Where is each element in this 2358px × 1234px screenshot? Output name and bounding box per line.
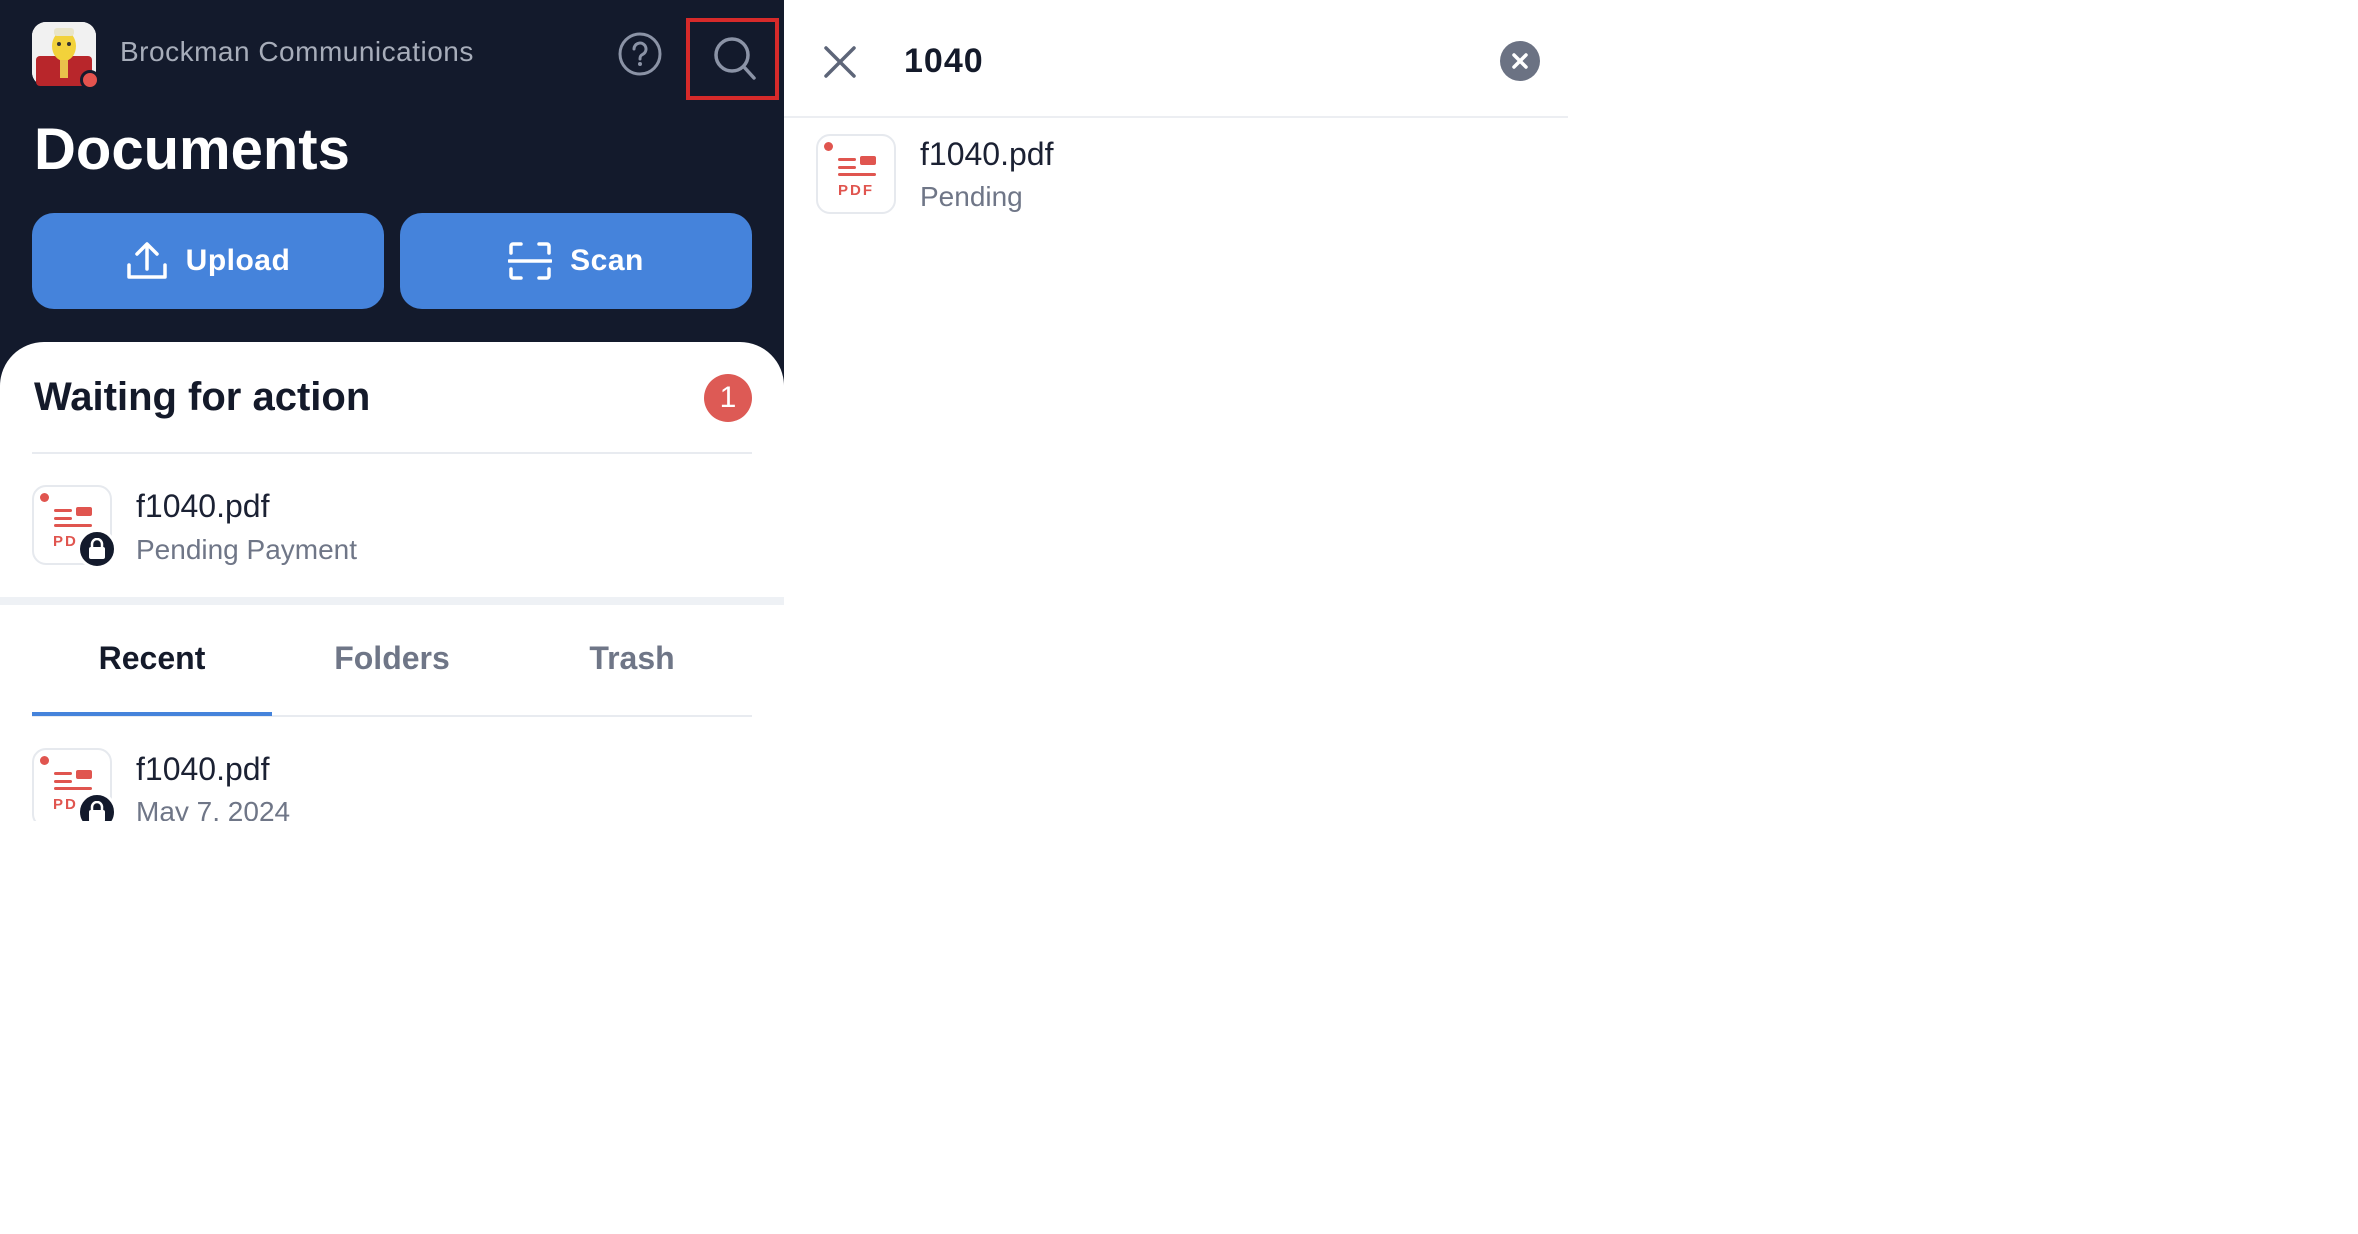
close-search-button[interactable]: [820, 42, 860, 82]
search-panel: 1040 PDF f1040.pdf Pending: [784, 0, 1568, 821]
upload-label: Upload: [185, 244, 291, 277]
active-tab-indicator: [32, 712, 272, 716]
clear-icon: [1512, 53, 1528, 69]
scan-button[interactable]: Scan: [400, 213, 752, 309]
document-lines-icon: [54, 507, 92, 527]
scan-label: Scan: [570, 244, 644, 277]
lock-badge: [77, 529, 117, 569]
waiting-count-badge: 1: [704, 374, 752, 422]
search-input[interactable]: 1040: [904, 42, 984, 81]
pdf-file-icon: PD: [32, 748, 117, 821]
page-title: Documents: [34, 117, 350, 182]
help-button[interactable]: [617, 31, 663, 77]
lock-icon: [89, 538, 105, 559]
company-name[interactable]: Brockman Communications: [120, 36, 474, 68]
unread-dot: [824, 142, 833, 151]
search-button[interactable]: [686, 18, 779, 100]
tab-trash[interactable]: Trash: [512, 640, 752, 677]
file-name: f1040.pdf: [920, 136, 1054, 172]
file-name: f1040.pdf: [136, 751, 270, 787]
help-icon: [618, 32, 662, 76]
tab-recent[interactable]: Recent: [32, 640, 272, 677]
tab-folders[interactable]: Folders: [272, 640, 512, 677]
search-icon: [714, 37, 756, 80]
documents-screen: Brockman Communications Documents Upload…: [0, 0, 784, 821]
lock-icon: [89, 801, 105, 821]
file-status: Pending: [920, 181, 1023, 212]
document-lines-icon: [838, 156, 876, 176]
document-lines-icon: [54, 770, 92, 790]
search-divider: [784, 116, 1568, 118]
file-name: f1040.pdf: [136, 488, 270, 524]
lock-badge: [77, 792, 117, 821]
file-date: May 7, 2024: [136, 796, 291, 821]
pdf-file-icon: PD: [32, 485, 117, 569]
clear-search-button[interactable]: [1500, 41, 1540, 81]
section-separator: [0, 597, 784, 605]
documents-sheet: Waiting for action 1 PD f1040.pdf Pendin…: [0, 342, 784, 821]
upload-button[interactable]: Upload: [32, 213, 384, 309]
file-status: Pending Payment: [136, 534, 358, 565]
pdf-label: PDF: [838, 182, 874, 199]
unread-dot: [40, 493, 49, 502]
scan-icon: [508, 242, 553, 280]
status-dot: [80, 70, 100, 90]
close-icon: [824, 46, 856, 78]
waiting-section-title: Waiting for action: [34, 375, 371, 419]
unread-dot: [40, 756, 49, 765]
section-divider: [32, 452, 752, 454]
upload-icon: [126, 242, 167, 279]
pdf-file-icon: PDF: [816, 134, 896, 214]
